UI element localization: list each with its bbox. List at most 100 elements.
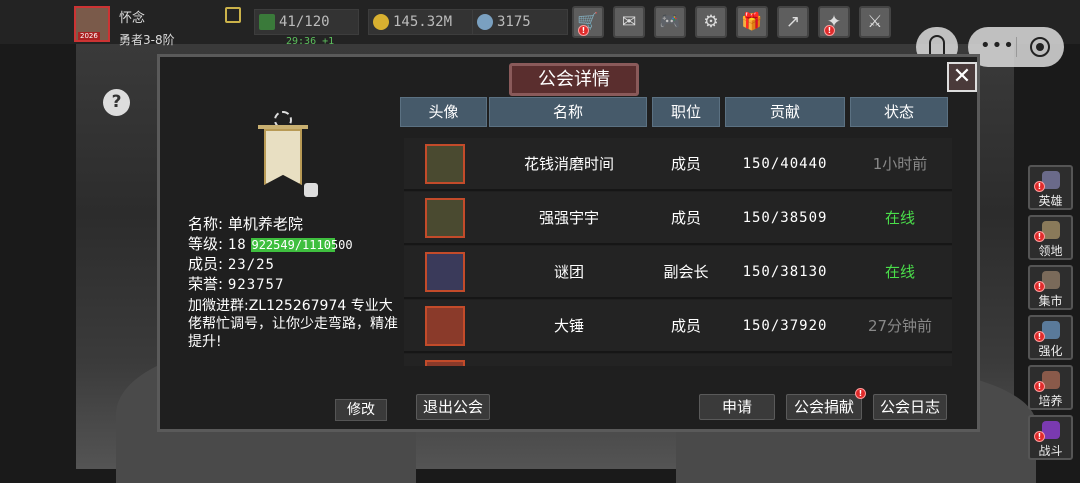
side-menu-item-5[interactable]: ! 战斗	[1028, 415, 1073, 460]
member-avatar[interactable]	[425, 198, 465, 238]
guild-notice: 加微进群:ZL125267974 专业大佬帮忙调号，让你少走弯路，精准提升!	[188, 298, 398, 350]
member-avatar[interactable]	[425, 306, 465, 346]
help-button[interactable]: ?	[103, 89, 130, 116]
guild-log-button[interactable]: 公会日志	[873, 394, 947, 420]
player-name: 怀念	[119, 11, 146, 26]
share-button[interactable]: ↗	[777, 6, 809, 38]
alert-dot: !	[824, 25, 835, 36]
header-avatar: 头像	[400, 97, 487, 127]
more-options-icon[interactable]: •••	[980, 35, 1015, 56]
gold-value: 145.32M	[393, 14, 453, 30]
guild-members-row: 成员: 23/25	[188, 253, 275, 274]
side-menu-label: 领地	[1038, 244, 1063, 258]
alert-dot: !	[1034, 231, 1045, 242]
guild-level-label: 等级:	[188, 235, 224, 253]
table-row[interactable]: 强强宇宇 成员 150/38509 在线	[404, 192, 952, 245]
gem-counter: 3175	[472, 9, 568, 35]
player-avatar[interactable]: 2026	[74, 6, 110, 42]
side-menu-label: 战斗	[1038, 444, 1063, 458]
guild-banner-emblem	[258, 111, 318, 201]
banner-cloth	[264, 129, 302, 185]
side-menu-item-3[interactable]: ! 强化	[1028, 315, 1073, 360]
side-menu-label: 培养	[1038, 394, 1063, 408]
guild-level: 18	[227, 237, 247, 253]
battle-button[interactable]: ⚔	[859, 6, 891, 38]
header-role: 职位	[652, 97, 720, 127]
guild-info-panel: 名称: 单机养老院 等级: 18 922549/1110500 成员: 23/2…	[180, 101, 398, 421]
change-emblem-icon[interactable]	[304, 183, 318, 197]
member-table-header: 头像 名称 职位 贡献 状态	[400, 97, 950, 127]
member-role: 成员	[670, 317, 701, 335]
dialog-title: 公会详情	[509, 63, 639, 96]
gift-button[interactable]: 🎁	[736, 6, 768, 38]
alert-dot: !	[1034, 331, 1045, 342]
guild-donate-button[interactable]: 公会捐献 !	[786, 388, 866, 420]
banner-pole	[258, 125, 308, 129]
header-name: 名称	[489, 97, 647, 127]
event-button[interactable]: ✦!	[818, 6, 850, 38]
energy-icon	[259, 14, 275, 30]
member-avatar[interactable]	[425, 144, 465, 184]
share-icon: ↗	[785, 12, 801, 32]
alert-dot: !	[1034, 281, 1045, 292]
gear-icon: ⚙	[703, 12, 719, 32]
gamepad-button[interactable]: 🎮	[654, 6, 686, 38]
leave-guild-button[interactable]: 退出公会	[416, 394, 490, 420]
edit-notice-button[interactable]: 修改	[335, 399, 387, 421]
member-role: 成员	[670, 155, 701, 173]
battle-icon: ⚔	[867, 12, 883, 32]
member-role: 成员	[670, 209, 701, 227]
guild-detail-dialog: 公会详情 ✕ 名称: 单机养老院 等级: 18 922549/1110500 成…	[157, 54, 980, 432]
table-row[interactable]: 大锤 成员 150/37920 27分钟前	[404, 300, 952, 353]
energy-value: 41/120	[279, 14, 330, 30]
avatar-tag: 2026	[78, 32, 100, 40]
close-miniprogram-icon[interactable]	[1030, 37, 1050, 57]
side-menu-item-0[interactable]: ! 英雄	[1028, 165, 1073, 210]
member-contribution: 150/37920	[742, 318, 828, 334]
member-name: 强强宇宇	[538, 209, 599, 227]
gamepad-icon: 🎮	[659, 12, 681, 32]
donate-alert-dot: !	[855, 388, 866, 399]
mail-button[interactable]: ✉	[613, 6, 645, 38]
guild-donate-label: 公会捐献	[793, 398, 854, 416]
side-menu-label: 强化	[1038, 344, 1063, 358]
alert-dot: !	[1034, 381, 1045, 392]
edit-name-icon[interactable]	[225, 7, 241, 23]
side-menu-label: 英雄	[1038, 194, 1063, 208]
table-row[interactable]: 谜团 副会长 150/38130 在线	[404, 246, 952, 299]
side-menu-label: 集市	[1038, 294, 1063, 308]
member-avatar[interactable]	[425, 252, 465, 292]
apply-button[interactable]: 申请	[699, 394, 775, 420]
guild-level-row: 等级: 18 922549/1110500	[188, 233, 353, 254]
guild-exp-text: 922549/1110500	[251, 238, 353, 252]
mini-program-capsule: •••	[968, 27, 1064, 67]
guild-name-row: 名称: 单机养老院	[188, 213, 303, 234]
member-name: 花钱消磨时间	[523, 155, 614, 173]
member-name: 大锤	[553, 317, 584, 335]
side-menu-item-1[interactable]: ! 领地	[1028, 215, 1073, 260]
member-contribution: 150/40440	[742, 156, 828, 172]
gem-icon	[477, 14, 493, 30]
player-rank: 勇者3-8阶	[119, 33, 175, 47]
gift-icon: 🎁	[741, 12, 763, 32]
member-status: 27分钟前	[867, 317, 933, 335]
header-contribution: 贡献	[725, 97, 845, 127]
guild-honor-label: 荣誉:	[188, 275, 224, 293]
energy-timer: 29:36 +1	[286, 36, 335, 47]
close-button[interactable]: ✕	[947, 62, 977, 92]
mail-icon: ✉	[621, 12, 637, 32]
guild-exp-bar: 922549/1110500	[251, 238, 353, 252]
alert-dot: !	[1034, 181, 1045, 192]
member-list[interactable]: 花钱消磨时间 成员 150/40440 1小时前 强强宇宇 成员 150/38509 在线 谜团…	[404, 138, 952, 366]
alert-dot: !	[1034, 431, 1045, 442]
table-row-partial	[404, 354, 952, 366]
table-row[interactable]: 花钱消磨时间 成员 150/40440 1小时前	[404, 138, 952, 191]
side-menu-item-4[interactable]: ! 培养	[1028, 365, 1073, 410]
side-menu-item-2[interactable]: ! 集市	[1028, 265, 1073, 310]
member-role: 副会长	[663, 263, 709, 281]
guild-name-label: 名称:	[188, 215, 224, 233]
shop-cart-button[interactable]: 🛒!	[572, 6, 604, 38]
guild-members: 23/25	[227, 257, 275, 273]
energy-counter: 41/120	[254, 9, 359, 35]
gear-button[interactable]: ⚙	[695, 6, 727, 38]
